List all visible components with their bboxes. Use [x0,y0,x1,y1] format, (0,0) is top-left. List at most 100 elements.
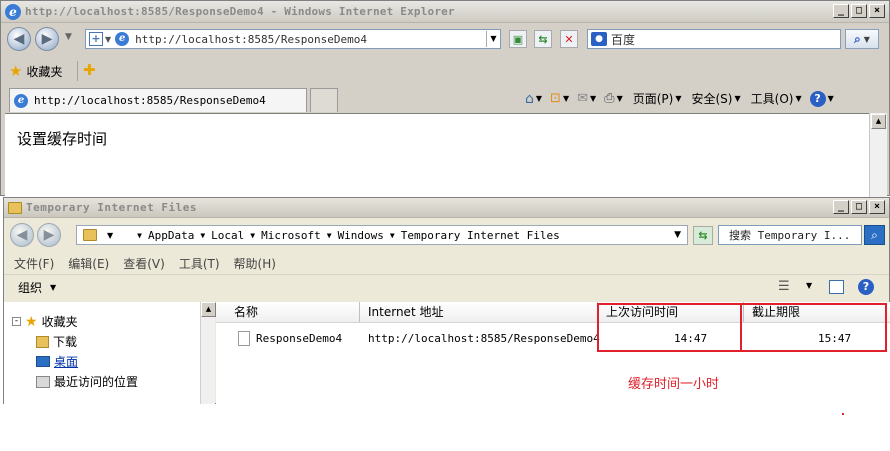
help-icon[interactable]: ? [809,90,826,107]
minimize-button[interactable]: _ [833,4,849,18]
annotation-dot [842,413,844,415]
explorer-window-title: Temporary Internet Files [26,201,197,214]
crumb-temporary-internet-files[interactable]: Temporary Internet Files [401,229,560,242]
tree-item-downloads[interactable]: 下载 [36,333,77,350]
compatibility-icon[interactable]: + [89,32,103,46]
explorer-search-placeholder[interactable]: 搜索 Temporary I... [729,227,850,243]
page-menu[interactable]: 页面(P) [633,90,674,107]
tree-label-favorites: 收藏夹 [41,315,78,329]
folder-icon [8,201,22,214]
tree-label-desktop: 桌面 [54,355,79,369]
favorites-button[interactable]: ★ 收藏夹 [9,62,62,80]
safety-menu[interactable]: 安全(S) [692,90,733,107]
search-button[interactable]: ⌕ ▼ [845,29,879,49]
menu-view[interactable]: 查看(V) [123,255,165,272]
tools-dropdown-icon[interactable]: ▼ [795,94,801,103]
favorites-star-icon: ★ [9,62,23,80]
annotation-divider [740,305,742,351]
explorer-close-button[interactable]: × [869,200,885,214]
ie-window: e http://localhost:8585/ResponseDemo4 - … [0,0,890,197]
explorer-forward-button[interactable]: ▶ [37,223,61,247]
add-favorites-icon[interactable]: ✚ [83,61,96,79]
crumb-windows[interactable]: Windows [338,229,384,242]
scroll-up-button[interactable]: ▲ [871,114,886,129]
tab-page-icon: e [14,93,28,108]
preview-pane-icon[interactable] [829,280,844,294]
address-text[interactable]: http://localhost:8585/ResponseDemo4 [135,33,367,46]
tree-item-desktop[interactable]: 桌面 [36,353,78,370]
column-name[interactable]: 名称 [216,302,360,322]
annotation-text: 缓存时间一小时 [628,377,720,392]
explorer-search-button[interactable]: ⌕ [864,225,885,245]
view-dropdown-icon[interactable]: ▼ [806,281,812,290]
address-dropdown-icon[interactable]: ▼ [674,230,681,240]
ie-page-content: 设置缓存时间 [5,113,869,197]
recent-pages-dropdown-icon[interactable]: ▼ [65,32,72,42]
ie-vertical-scrollbar[interactable]: ▲ [869,113,887,197]
favorites-star-icon: ★ [25,313,38,330]
navigation-pane: - ★ 收藏夹 下载 桌面 最近访问的位置 [4,302,200,404]
refresh-icon[interactable]: ⇆ [534,30,552,48]
view-options-icon[interactable]: ☰ [778,279,790,294]
maximize-button[interactable]: □ [851,4,867,18]
crumb-microsoft[interactable]: Microsoft [261,229,321,242]
addr-dropdown-icon[interactable]: ▼ [105,35,111,44]
nav-scroll-up-button[interactable]: ▲ [201,302,216,317]
feeds-icon[interactable]: ⊡ [550,91,561,106]
compat-view-icon[interactable]: ▣ [509,30,527,48]
collapse-icon[interactable]: - [12,317,21,326]
menu-edit[interactable]: 编辑(E) [68,255,109,272]
ie-window-title: http://localhost:8585/ResponseDemo4 - Wi… [25,5,455,18]
new-tab-button[interactable] [310,88,338,112]
explorer-search-box[interactable]: 搜索 Temporary I... [718,225,862,245]
close-button[interactable]: × [869,4,885,18]
tree-item-favorites[interactable]: - ★ 收藏夹 [12,313,78,330]
search-placeholder[interactable]: 百度 [611,31,635,48]
forward-button[interactable]: ▶ [35,27,59,51]
tab-response-demo[interactable]: e http://localhost:8585/ResponseDemo4 [9,88,307,112]
menu-help[interactable]: 帮助(H) [234,255,276,272]
page-icon: e [115,32,130,46]
favorites-divider [77,61,78,81]
explorer-maximize-button[interactable]: □ [851,200,867,214]
feeds-dropdown-icon[interactable]: ▼ [563,94,569,103]
menu-file[interactable]: 文件(F) [14,255,54,272]
crumb-local[interactable]: Local [211,229,244,242]
page-dropdown-icon[interactable]: ▼ [675,94,681,103]
column-internet-address[interactable]: Internet 地址 [360,302,598,322]
mail-icon[interactable]: ✉ [577,91,588,106]
help-dropdown-icon[interactable]: ▼ [828,94,834,103]
navigation-pane-scrollbar[interactable]: ▲ [200,302,216,404]
address-history-icon[interactable]: ▼ [107,231,113,240]
home-icon[interactable]: ⌂ [525,91,534,107]
stop-icon[interactable]: ✕ [560,30,578,48]
mail-dropdown-icon[interactable]: ▼ [590,94,596,103]
search-options-icon[interactable]: ▼ [864,35,870,44]
address-dropdown-icon[interactable]: ▼ [486,31,500,47]
baidu-icon: ● [591,32,607,46]
organize-button[interactable]: 组织 ▼ [18,279,56,296]
explorer-help-icon[interactable]: ? [858,279,874,295]
explorer-minimize-button[interactable]: _ [833,200,849,214]
address-bar[interactable]: + ▼ e http://localhost:8585/ResponseDemo… [85,29,501,49]
ie-window-controls: _ □ × [833,4,885,18]
crumb-appdata[interactable]: AppData [148,229,194,242]
breadcrumb: ▼ AppData ▼ Local ▼ Microsoft ▼ Windows ▼ Tem… [137,228,560,242]
organize-label: 组织 [18,281,43,295]
menu-tools[interactable]: 工具(T) [179,255,220,272]
tree-item-recent[interactable]: 最近访问的位置 [36,373,138,390]
print-dropdown-icon[interactable]: ▼ [617,94,623,103]
explorer-address-bar[interactable]: ▼ ▼ AppData ▼ Local ▼ Microsoft ▼ Windows ▼ T… [76,225,688,245]
home-dropdown-icon[interactable]: ▼ [536,94,542,103]
explorer-refresh-icon[interactable]: ⇆ [693,226,713,245]
tools-menu[interactable]: 工具(O) [751,90,794,107]
desktop-icon [36,356,50,367]
tab-title: http://localhost:8585/ResponseDemo4 [34,94,266,107]
search-box[interactable]: ● 百度 [587,29,841,49]
safety-dropdown-icon[interactable]: ▼ [734,94,740,103]
print-icon[interactable]: ⎙ [604,91,614,106]
cell-url: http://localhost:8585/ResponseDemo4 [368,332,600,345]
ie-logo-icon: e [5,3,21,20]
back-button[interactable]: ◀ [7,27,31,51]
explorer-back-button[interactable]: ◀ [10,223,34,247]
